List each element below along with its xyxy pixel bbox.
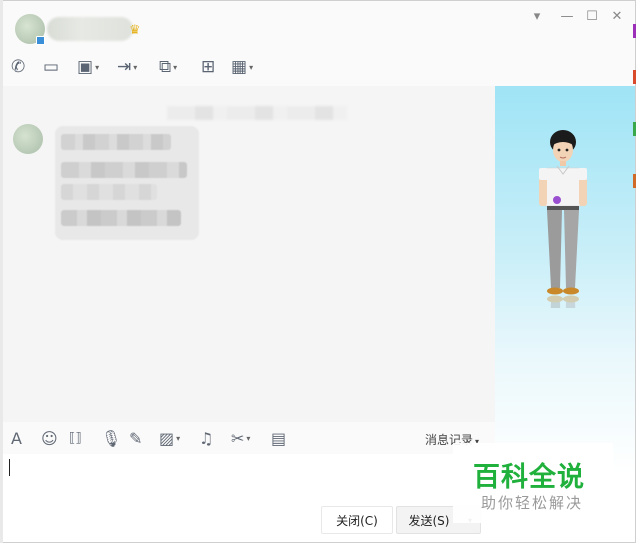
background-window-edge [0,0,3,543]
chat-window: ♛ ▾ — ☐ ✕ ✆ ▭ ▣ ▾ ⇥ ▾ ⧉ ▾ ⊞ ▦ ▾ A ☺ ⟦⟧ 🎙… [0,0,636,543]
video-call-icon: ▭ [43,57,60,77]
voice-message-button[interactable]: 🎙 [101,428,121,448]
chevron-down-icon[interactable]: ▾ [173,63,177,72]
font-button[interactable]: A [11,428,22,448]
remote-desktop-button[interactable]: ⧉ ▾ [159,55,177,79]
maximize-button[interactable]: ☐ [582,9,602,24]
redacted-text-line [61,134,171,150]
remote-demo-icon: ▣ [77,57,94,77]
show-avatar-figure [539,130,587,308]
chevron-down-icon[interactable]: ▾ [95,63,99,72]
doodle-icon: ✎ [129,428,143,448]
message-timestamp-redacted [167,106,347,120]
music-icon: ♫ [199,428,214,448]
skin-menu-icon[interactable]: ▾ [527,9,547,24]
doodle-button[interactable]: ✎ [129,428,142,448]
chevron-down-icon[interactable]: ▾ [249,63,253,72]
redacted-text-line [61,210,181,226]
sender-avatar[interactable] [13,124,43,154]
remote-demo-button[interactable]: ▣ ▾ [77,55,99,79]
chevron-down-icon[interactable]: ▾ [133,63,137,72]
chevron-down-icon[interactable]: ▾ [246,434,250,443]
close-window-button[interactable]: ✕ [607,9,627,24]
screenshot-icon: ✂ [231,428,245,448]
minimize-button[interactable]: — [557,9,577,24]
font-icon: A [11,428,22,448]
apps-button[interactable]: ▦ ▾ [231,55,253,79]
send-file-button[interactable]: ⇥ ▾ [117,55,137,79]
emoji-button[interactable]: ☺ [41,428,58,448]
online-status-icon [36,36,45,45]
redacted-text-line [61,184,157,200]
emoji-icon: ☺ [41,428,58,448]
create-group-icon: ⊞ [201,57,216,77]
close-button[interactable]: 关闭(C) [321,506,393,534]
send-file-icon: ⇥ [117,57,132,77]
apps-icon: ▦ [231,57,248,77]
watermark-title: 百科全说 [473,462,585,493]
input-toolbar: A ☺ ⟦⟧ 🎙 ✎ ▨ ▾ ♫ ✂ ▾ ▤ 消息记录 ▾ [1,422,495,454]
red-packet-button[interactable]: ▤ [271,428,286,448]
voice-call-button[interactable]: ✆ [11,55,25,79]
voice-message-icon: 🎙 [101,428,122,448]
watermark-subtitle: 助你轻松解决 [481,494,584,512]
shake-icon: ⟦⟧ [69,430,82,446]
image-icon: ▨ [159,428,175,448]
red-packet-icon: ▤ [271,428,287,448]
contact-name-redacted[interactable] [47,17,133,41]
remote-desktop-icon: ⧉ [159,57,172,77]
create-group-button[interactable]: ⊞ [201,55,215,79]
message-bubble-redacted[interactable] [55,126,199,240]
redacted-text-line [61,162,187,178]
video-call-button[interactable]: ▭ [43,55,59,79]
text-cursor [9,459,10,476]
chat-header: ♛ ▾ — ☐ ✕ ✆ ▭ ▣ ▾ ⇥ ▾ ⧉ ▾ ⊞ ▦ ▾ [1,1,635,86]
image-button[interactable]: ▨ ▾ [159,428,180,448]
chevron-down-icon[interactable]: ▾ [176,434,180,443]
music-button[interactable]: ♫ [199,428,213,448]
shake-button[interactable]: ⟦⟧ [69,428,82,448]
voice-call-icon: ✆ [11,57,26,77]
screenshot-button[interactable]: ✂ ▾ [231,428,250,448]
vip-crown-icon[interactable]: ♛ [129,23,141,38]
